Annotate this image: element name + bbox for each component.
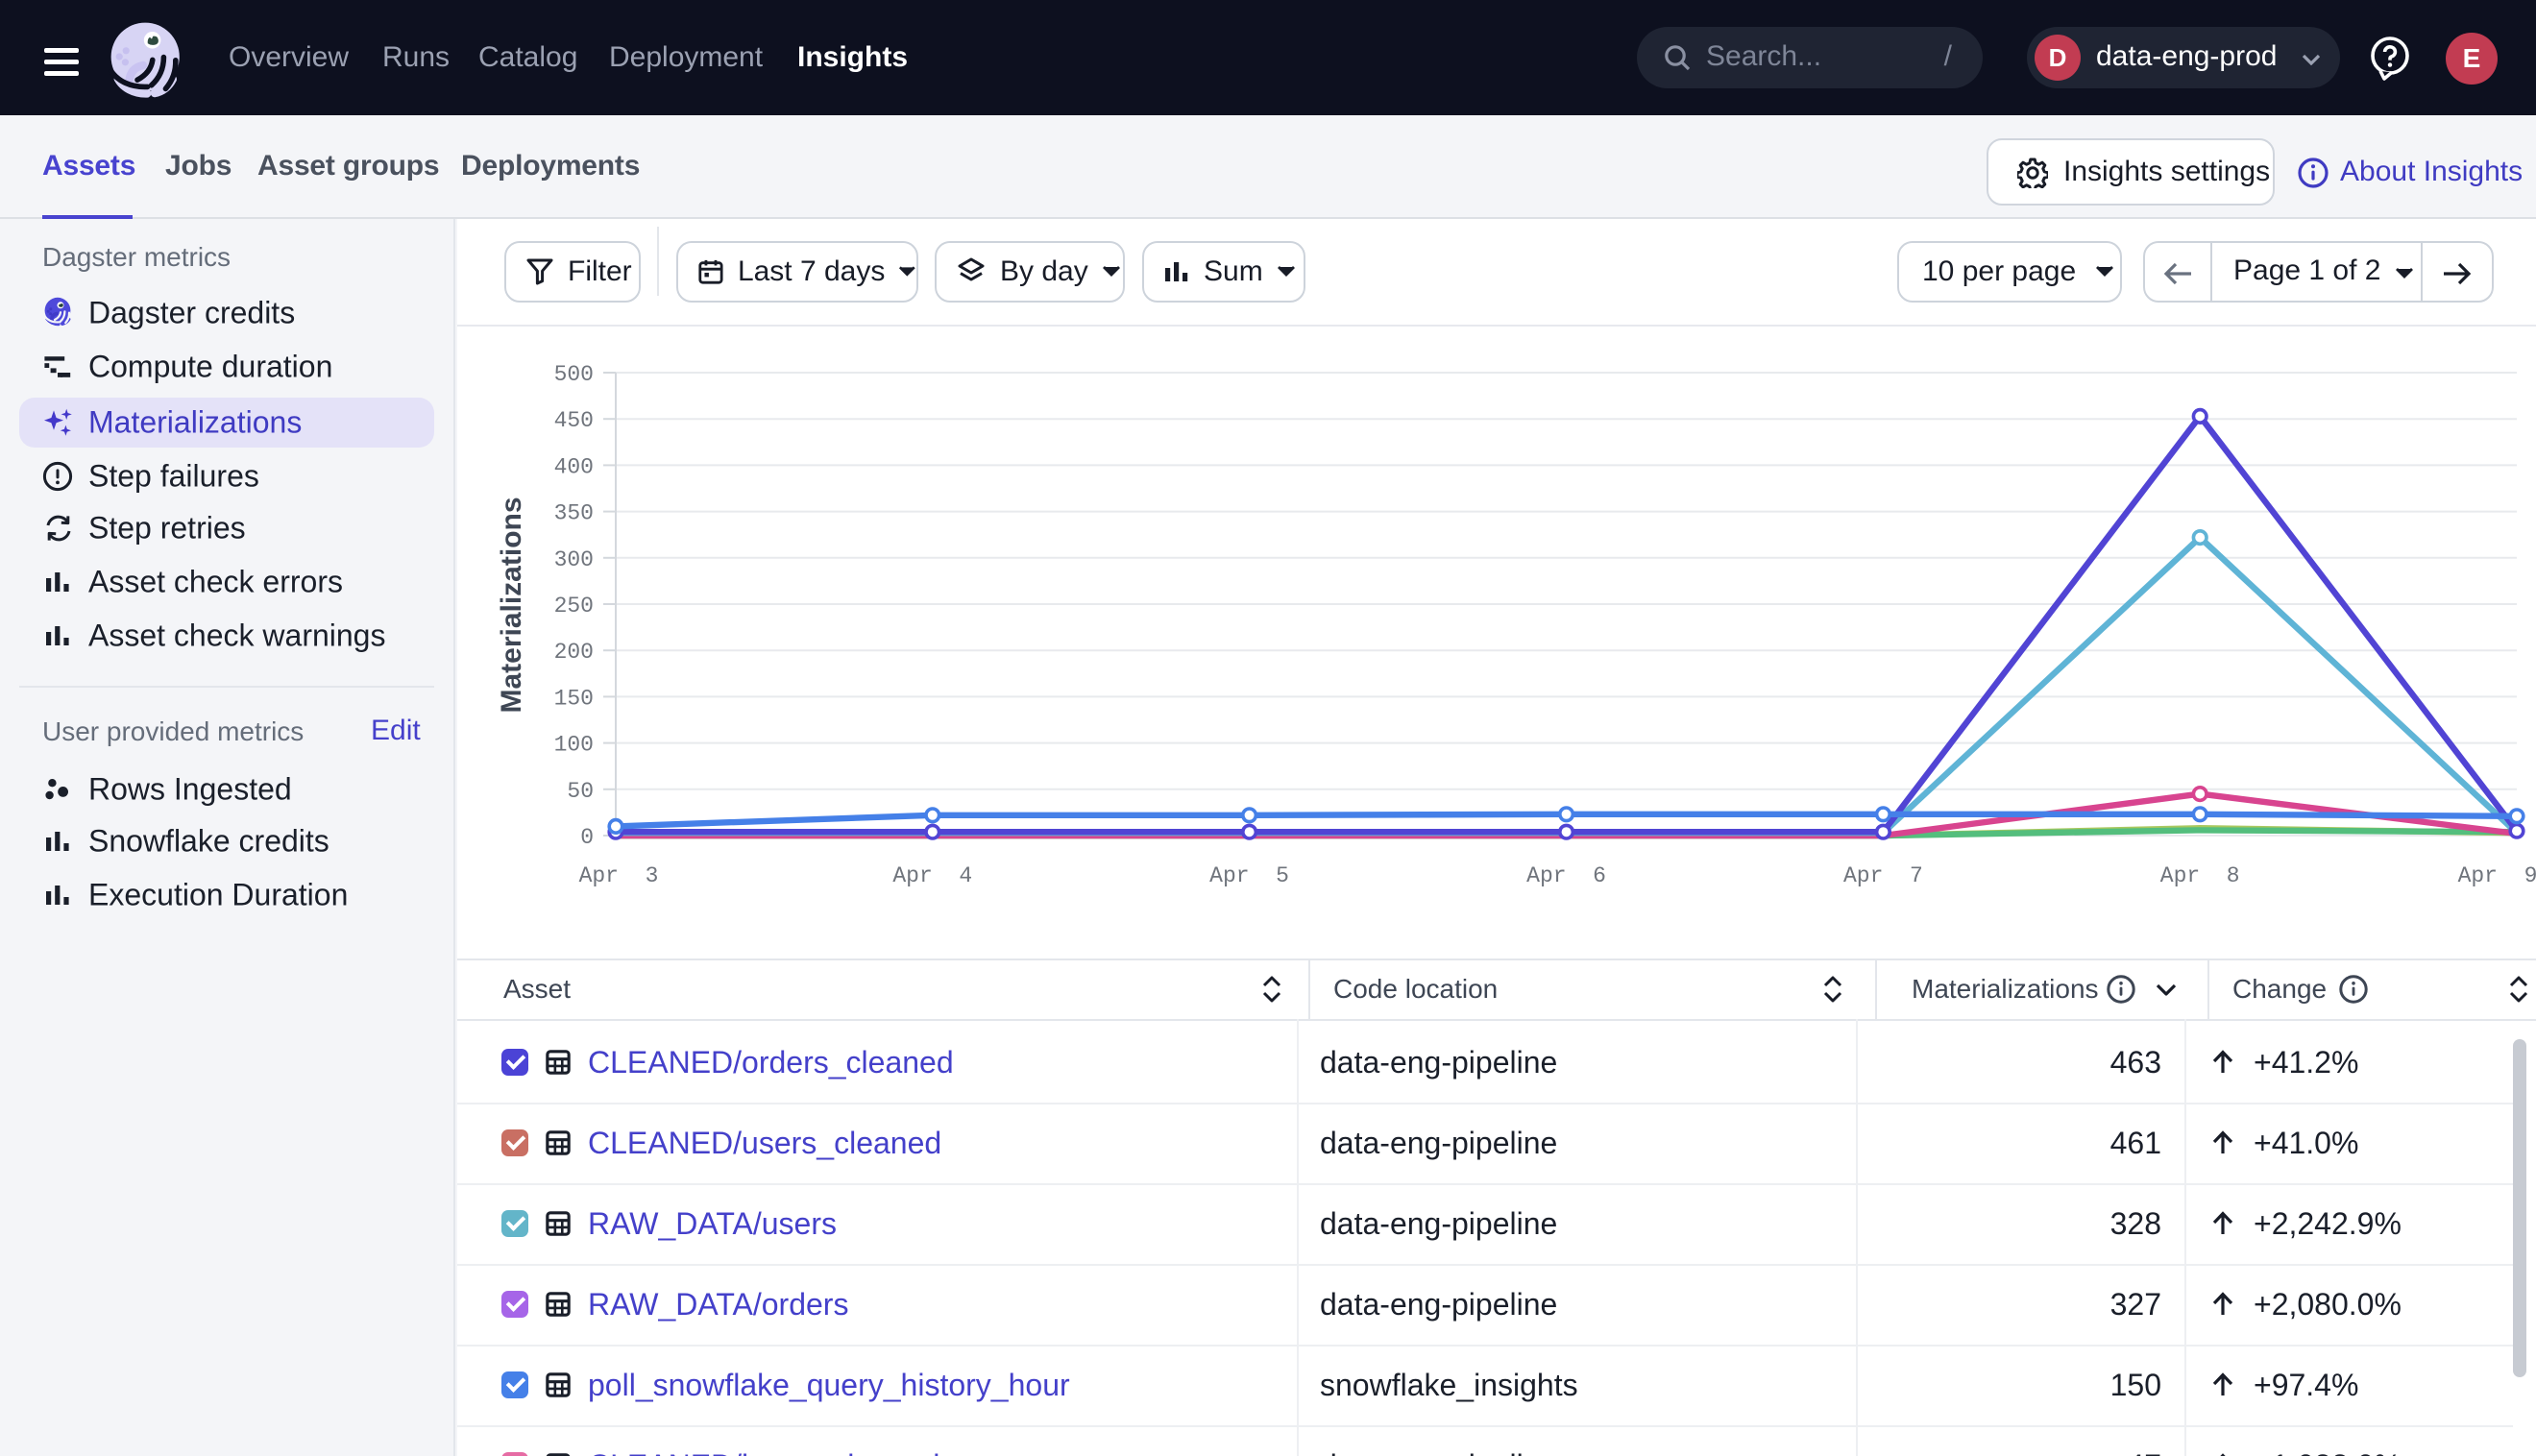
svg-text:Apr 9: Apr 9	[2458, 863, 2536, 888]
svg-text:250: 250	[554, 594, 594, 619]
svg-text:200: 200	[554, 640, 594, 665]
svg-text:Apr 8: Apr 8	[2160, 863, 2240, 888]
svg-text:350: 350	[554, 501, 594, 526]
svg-text:50: 50	[567, 779, 594, 804]
svg-text:150: 150	[554, 686, 594, 711]
svg-text:Materializations: Materializations	[496, 497, 527, 713]
svg-text:Apr 4: Apr 4	[892, 863, 972, 888]
svg-text:450: 450	[554, 408, 594, 433]
svg-text:Apr 3: Apr 3	[579, 863, 659, 888]
svg-text:400: 400	[554, 454, 594, 479]
svg-text:Apr 5: Apr 5	[1209, 863, 1289, 888]
svg-text:500: 500	[554, 362, 594, 387]
svg-text:Apr 7: Apr 7	[1843, 863, 1923, 888]
svg-text:0: 0	[580, 825, 594, 850]
svg-text:300: 300	[554, 547, 594, 572]
svg-text:Apr 6: Apr 6	[1526, 863, 1606, 888]
svg-text:100: 100	[554, 733, 594, 758]
